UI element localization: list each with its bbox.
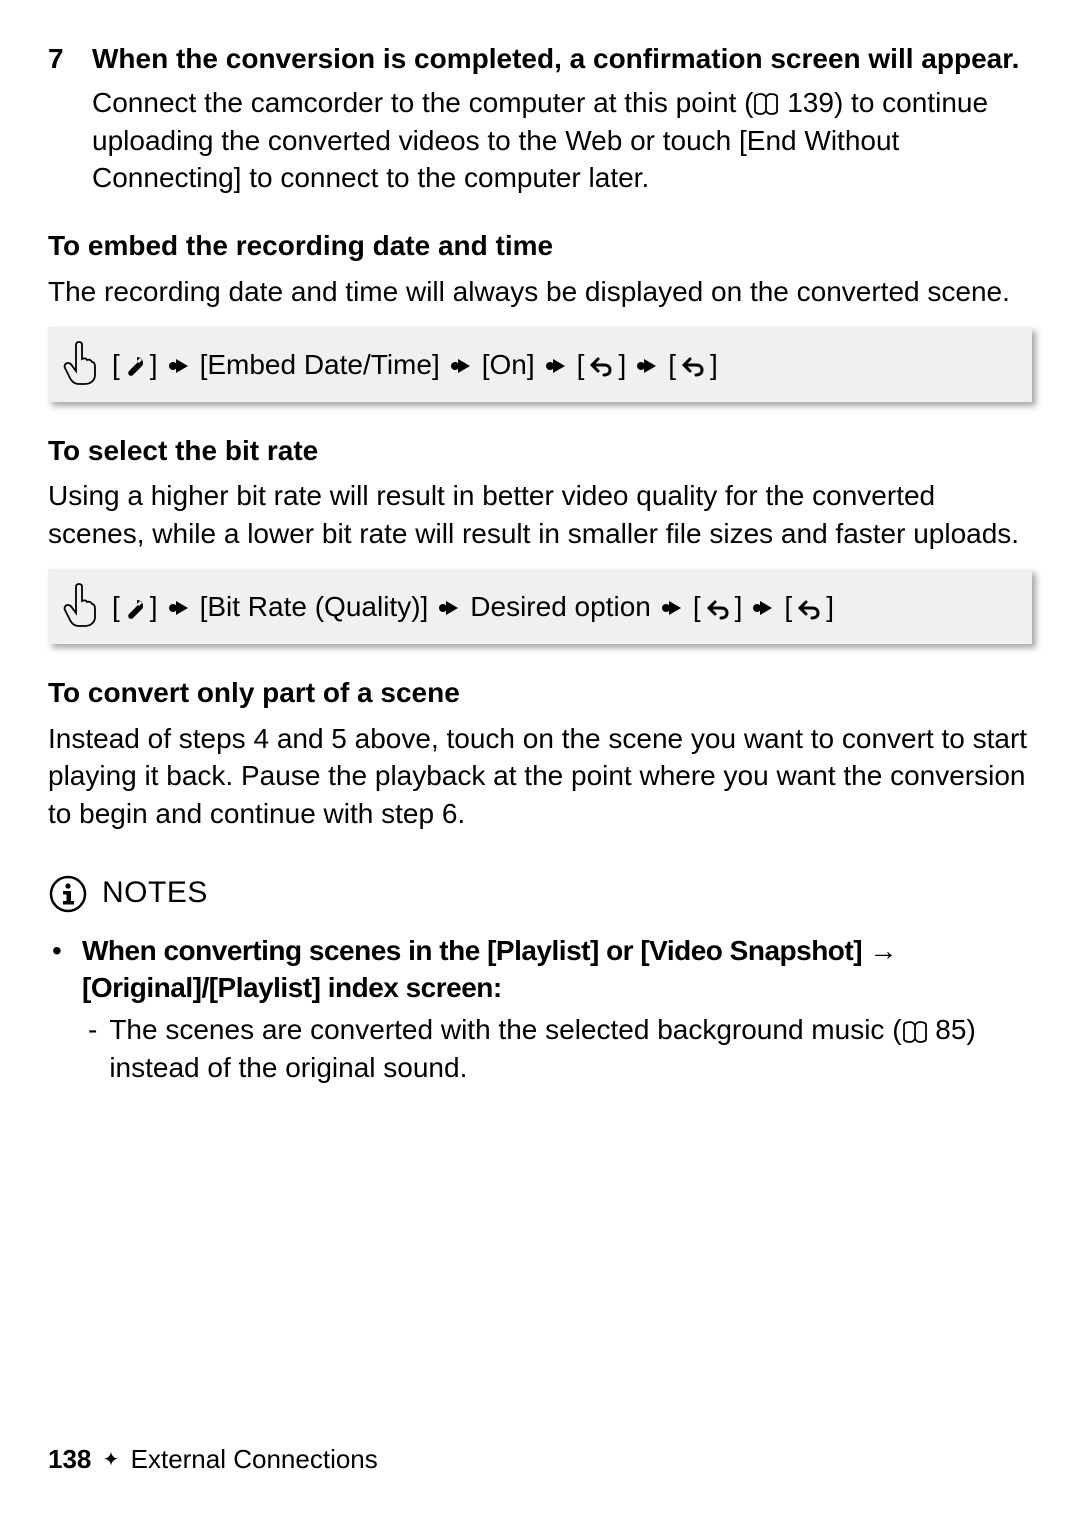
section-bitrate-para: Using a higher bit rate will result in b… [48,477,1032,553]
bullet-dot: • [52,932,70,1008]
proceed-arrow-icon [432,585,466,630]
proceed-arrow-icon [746,585,780,630]
proceed-arrow-icon [539,343,573,388]
text: [ [577,343,585,388]
step-body: Connect the camcorder to the computer at… [92,84,1032,197]
manual-ref-icon [902,1014,928,1045]
dash-icon: - [88,1011,97,1087]
text: ] [735,585,743,630]
procedure-box-bitrate: [] [Bit Rate (Quality)] Desired option [… [48,569,1032,644]
arrow-icon: → [869,935,897,966]
proceed-arrow-icon [655,585,689,630]
procedure-box-embed: [] [Embed Date/Time] [On] [] [] [48,327,1032,402]
return-icon [796,585,822,630]
proceed-arrow-icon [162,585,196,630]
proceed-arrow-icon [162,343,196,388]
text: [On] [482,343,535,388]
section-part-title: To convert only part of a scene [48,674,1032,712]
section-name: External Connections [131,1444,378,1474]
text: ] [826,585,834,630]
procedure-steps: [] [Embed Date/Time] [On] [] [] [112,341,718,388]
text: ] [150,585,158,630]
text: [Original]/[Playlist] index screen: [82,972,502,1003]
section-part-para: Instead of steps 4 and 5 above, touch on… [48,720,1032,833]
note-bullet: • When converting scenes in the [Playlis… [52,932,1032,1008]
proceed-arrow-icon [630,343,664,388]
proceed-arrow-icon [444,343,478,388]
text: [Embed Date/Time] [200,343,440,388]
text: [ [784,585,792,630]
notes-header: NOTES [48,873,1032,914]
touch-icon [62,583,98,627]
text: [ [112,585,120,630]
note-sub-bullet: - The scenes are converted with the sele… [88,1011,1032,1087]
text: Connect the camcorder to the computer at… [92,87,753,118]
section-bitrate-title: To select the bit rate [48,432,1032,470]
manual-ref-icon [753,87,779,118]
notes-label: NOTES [102,873,208,914]
text: [ [668,343,676,388]
return-icon [588,343,614,388]
touch-icon [62,341,98,385]
section-embed-para: The recording date and time will always … [48,273,1032,311]
text: [Bit Rate (Quality)] [200,585,429,630]
text: Desired option [470,585,651,630]
step-title: When the conversion is completed, a conf… [92,40,1019,78]
text: ] [618,343,626,388]
text: [ [112,343,120,388]
section-embed-title: To embed the recording date and time [48,227,1032,265]
page-footer: 138 ✦ External Connections [48,1442,378,1477]
note-text: When converting scenes in the [Playlist]… [82,932,1032,1008]
procedure-steps: [] [Bit Rate (Quality)] Desired option [… [112,583,834,630]
text: ] [150,343,158,388]
note-sub-text: The scenes are converted with the select… [109,1011,1032,1087]
diamond-icon: ✦ [99,1449,124,1471]
text: [ [693,585,701,630]
info-icon [48,873,88,914]
step-number: 7 [48,40,76,78]
wrench-icon [124,343,146,388]
text: The scenes are converted with the select… [109,1014,901,1045]
text: ] [710,343,718,388]
wrench-icon [124,585,146,630]
page-number: 138 [48,1444,91,1474]
return-icon [680,343,706,388]
text: When converting scenes in the [Playlist]… [82,935,869,966]
return-icon [705,585,731,630]
